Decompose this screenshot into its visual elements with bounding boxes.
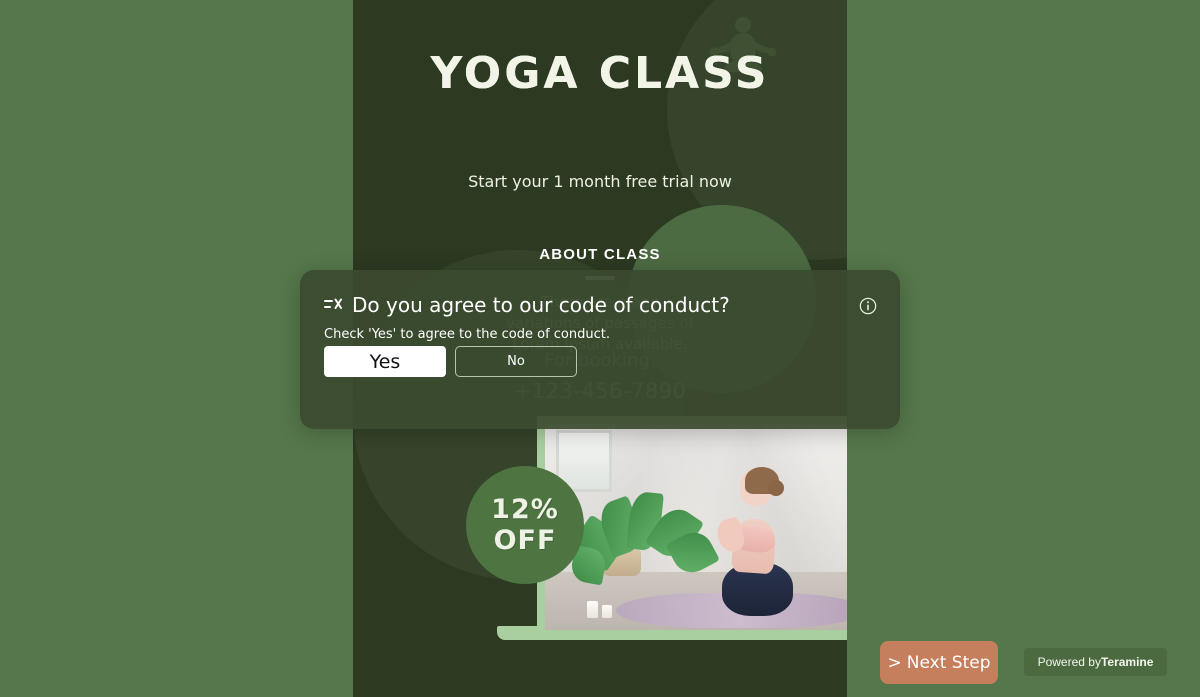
next-step-label: Next Step: [906, 652, 991, 673]
page-title-text: YOGA CLASS: [430, 48, 770, 99]
page-title: YOGA CLASS: [353, 48, 847, 99]
task-checklist-icon: [324, 298, 342, 309]
discount-percent: 12%: [491, 494, 559, 525]
modal-controls: Yes No: [324, 346, 577, 377]
powered-by-prefix: Powered by: [1037, 655, 1101, 669]
no-button[interactable]: No: [455, 346, 577, 377]
consent-modal: Do you agree to our code of conduct? Che…: [300, 270, 900, 429]
poster-subtitle: Start your 1 month free trial now: [468, 172, 732, 191]
modal-question-text: Do you agree to our code of conduct?: [352, 293, 730, 317]
modal-hint-text: Check 'Yes' to agree to the code of cond…: [324, 327, 610, 342]
discount-label: OFF: [493, 525, 557, 556]
next-step-button[interactable]: > Next Step: [880, 641, 998, 684]
modal-question-row: Do you agree to our code of conduct?: [324, 293, 730, 317]
yoga-photo: [545, 424, 847, 630]
next-step-chevron-icon: >: [887, 652, 902, 673]
discount-badge: 12% OFF: [466, 466, 584, 584]
info-circle-icon[interactable]: [859, 297, 877, 315]
powered-by-brand: Teramine: [1100, 655, 1154, 669]
yes-button[interactable]: Yes: [324, 346, 446, 377]
powered-by-badge[interactable]: Powered by Teramine: [1024, 648, 1167, 676]
about-heading: ABOUT CLASS: [539, 246, 661, 263]
